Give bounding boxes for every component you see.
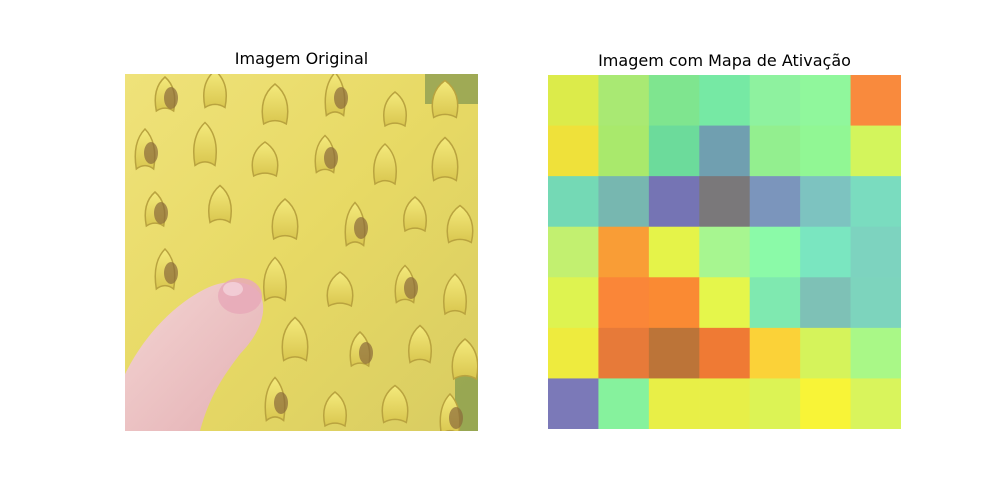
heatmap-cell: [850, 277, 901, 329]
heatmap-cell: [548, 75, 599, 127]
heatmap-cell: [598, 277, 650, 329]
heatmap-cell: [648, 226, 700, 278]
heatmap-cell: [598, 176, 650, 228]
original-image-title: Imagem Original: [234, 49, 369, 68]
heatmap-cell: [699, 378, 751, 429]
heatmap-cell: [800, 226, 852, 278]
heatmap-cell: [850, 378, 901, 429]
heatmap-cell: [850, 226, 901, 278]
heatmap-cell: [648, 277, 700, 329]
heatmap-cell: [800, 378, 852, 429]
heatmap-cell: [749, 176, 801, 228]
heatmap-cell: [800, 75, 852, 127]
heatmap-cell: [648, 75, 700, 127]
heatmap-cell: [749, 226, 801, 278]
heatmap-cell: [598, 75, 650, 127]
heatmap-cell: [548, 277, 599, 329]
heatmap-cell: [749, 125, 801, 177]
heatmap-cell: [648, 327, 700, 379]
heatmap-cell: [850, 327, 901, 379]
heatmap-cell: [800, 176, 852, 228]
heatmap-cell: [598, 226, 650, 278]
heatmap-cell: [699, 125, 751, 177]
heatmap-cell: [800, 277, 852, 329]
activation-map-title: Imagem com Mapa de Ativação: [598, 51, 851, 70]
heatmap-cell: [749, 327, 801, 379]
heatmap-cell: [800, 125, 852, 177]
heatmap-cell: [800, 327, 852, 379]
original-fruit-photo: [125, 74, 478, 431]
heatmap-cell: [699, 226, 751, 278]
heatmap-cell: [548, 176, 599, 228]
heatmap-cell: [648, 378, 700, 429]
heatmap-cell: [598, 327, 650, 379]
heatmap-cell: [850, 125, 901, 177]
heatmap-cell: [699, 75, 751, 127]
heatmap-cell: [749, 75, 801, 127]
heatmap-cell: [749, 277, 801, 329]
heatmap-cell: [648, 176, 700, 228]
heatmap-cell: [850, 75, 901, 127]
heatmap-cell: [749, 378, 801, 429]
heatmap-cell: [548, 327, 599, 379]
heatmap-cell: [548, 378, 599, 429]
heatmap-cell: [699, 277, 751, 329]
heatmap-cell: [699, 176, 751, 228]
heatmap-cell: [648, 125, 700, 177]
activation-heatmap: [548, 75, 901, 429]
heatmap-cell: [699, 327, 751, 379]
heatmap-cell: [548, 125, 599, 177]
heatmap-cell: [850, 176, 901, 228]
heatmap-cell: [598, 378, 650, 429]
heatmap-cell: [548, 226, 599, 278]
heatmap-cell: [598, 125, 650, 177]
